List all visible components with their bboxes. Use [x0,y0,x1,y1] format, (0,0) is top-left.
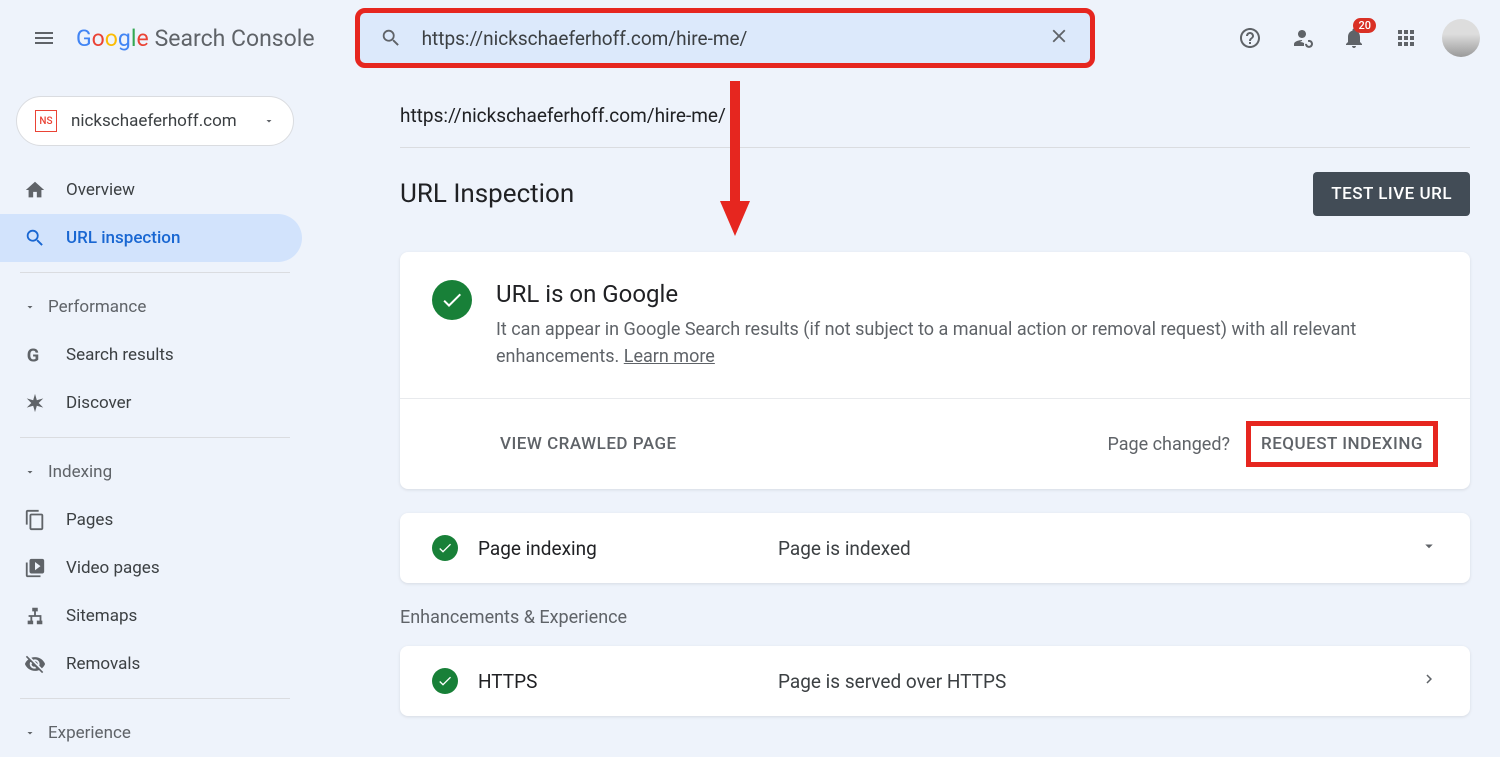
request-indexing-button[interactable]: REQUEST INDEXING [1261,434,1423,454]
page-changed-label: Page changed? [1107,434,1230,455]
status-card: URL is on Google It can appear in Google… [400,252,1470,489]
users-button[interactable] [1280,16,1324,60]
status-description: It can appear in Google Search results (… [496,316,1438,370]
row-value: Page is indexed [778,537,1400,560]
check-circle-icon [432,280,472,320]
hamburger-icon [32,26,56,50]
nav-label: Removals [66,654,140,674]
header-actions: 20 [1228,16,1480,60]
nav-label: Video pages [66,558,160,578]
url-search-box[interactable] [355,8,1095,68]
apps-button[interactable] [1384,16,1428,60]
chevron-down-icon [24,301,36,313]
search-container [355,8,1208,68]
row-value: Page is served over HTTPS [778,670,1400,693]
row-label: Page indexing [478,537,758,560]
chevron-down-icon [263,112,275,131]
divider [20,698,290,699]
google-logo: Google [76,25,149,52]
nav-label: URL inspection [66,228,180,248]
enhancements-title: Enhancements & Experience [400,607,1470,628]
row-label: HTTPS [478,670,758,693]
sidebar-section-experience[interactable]: Experience [0,709,310,757]
https-row[interactable]: HTTPS Page is served over HTTPS [400,646,1470,716]
sidebar: NS nickschaeferhoff.com Overview URL ins… [0,76,310,743]
divider [20,272,290,273]
notification-badge: 20 [1353,18,1376,33]
status-body: URL is on Google It can appear in Google… [496,280,1438,370]
chevron-right-icon [1420,670,1438,692]
nav-label: Search results [66,345,174,365]
section-label: Experience [48,723,131,743]
app-header: Google Search Console 20 [0,0,1500,76]
section-label: Performance [48,297,146,317]
card-actions: VIEW CRAWLED PAGE Page changed? REQUEST … [400,398,1470,489]
product-name: Search Console [155,25,315,52]
chevron-down-icon [24,727,36,739]
sidebar-item-discover[interactable]: Discover [0,379,302,427]
property-selector[interactable]: NS nickschaeferhoff.com [16,96,294,146]
learn-more-link[interactable]: Learn more [624,346,715,367]
search-input[interactable] [422,27,1048,50]
section-header: URL Inspection TEST LIVE URL [400,172,1470,216]
asterisk-icon [24,392,46,414]
sidebar-item-search-results[interactable]: G Search results [0,331,302,379]
notifications-button[interactable]: 20 [1332,16,1376,60]
sidebar-item-pages[interactable]: Pages [0,496,302,544]
sidebar-item-video-pages[interactable]: Video pages [0,544,302,592]
help-icon [1238,26,1262,50]
section-label: Indexing [48,462,112,482]
nav-label: Overview [66,180,135,200]
sitemap-icon [24,605,46,627]
nav-label: Pages [66,510,113,530]
divider [400,147,1470,148]
nav-label: Discover [66,393,131,413]
sidebar-item-url-inspection[interactable]: URL inspection [0,214,302,262]
sidebar-item-overview[interactable]: Overview [0,166,302,214]
annotation-highlight: REQUEST INDEXING [1246,421,1438,467]
main-content: https://nickschaeferhoff.com/hire-me/ UR… [310,76,1500,743]
status-row: URL is on Google It can appear in Google… [400,252,1470,398]
search-icon [380,27,402,49]
nav-label: Sitemaps [66,606,137,626]
check-circle-icon [432,668,458,694]
sidebar-section-performance[interactable]: Performance [0,283,310,331]
help-button[interactable] [1228,16,1272,60]
app-layout: NS nickschaeferhoff.com Overview URL ins… [0,76,1500,743]
apps-grid-icon [1394,26,1418,50]
divider [20,437,290,438]
user-settings-icon [1290,26,1314,50]
google-g-icon: G [24,344,46,366]
clear-search-button[interactable] [1048,25,1070,51]
url-display: https://nickschaeferhoff.com/hire-me/ [400,76,1470,147]
chevron-down-icon [24,466,36,478]
chevron-down-icon [1420,537,1438,559]
svg-text:G: G [27,345,40,366]
property-icon: NS [35,110,57,132]
user-avatar[interactable] [1442,19,1480,57]
sidebar-item-removals[interactable]: Removals [0,640,302,688]
pages-icon [24,509,46,531]
search-icon [24,227,46,249]
visibility-off-icon [24,653,46,675]
check-circle-icon [432,535,458,561]
product-logo[interactable]: Google Search Console [76,25,315,52]
view-crawled-page-button[interactable]: VIEW CRAWLED PAGE [500,434,677,454]
home-icon [24,179,46,201]
video-icon [24,557,46,579]
indexing-card: Page indexing Page is indexed [400,513,1470,583]
test-live-url-button[interactable]: TEST LIVE URL [1313,172,1470,216]
status-title: URL is on Google [496,280,1438,308]
sidebar-section-indexing[interactable]: Indexing [0,448,310,496]
menu-button[interactable] [20,14,68,62]
close-icon [1048,25,1070,47]
property-name: nickschaeferhoff.com [71,111,263,131]
sidebar-item-sitemaps[interactable]: Sitemaps [0,592,302,640]
enhancements-card: HTTPS Page is served over HTTPS [400,646,1470,716]
page-indexing-row[interactable]: Page indexing Page is indexed [400,513,1470,583]
page-title: URL Inspection [400,179,574,209]
